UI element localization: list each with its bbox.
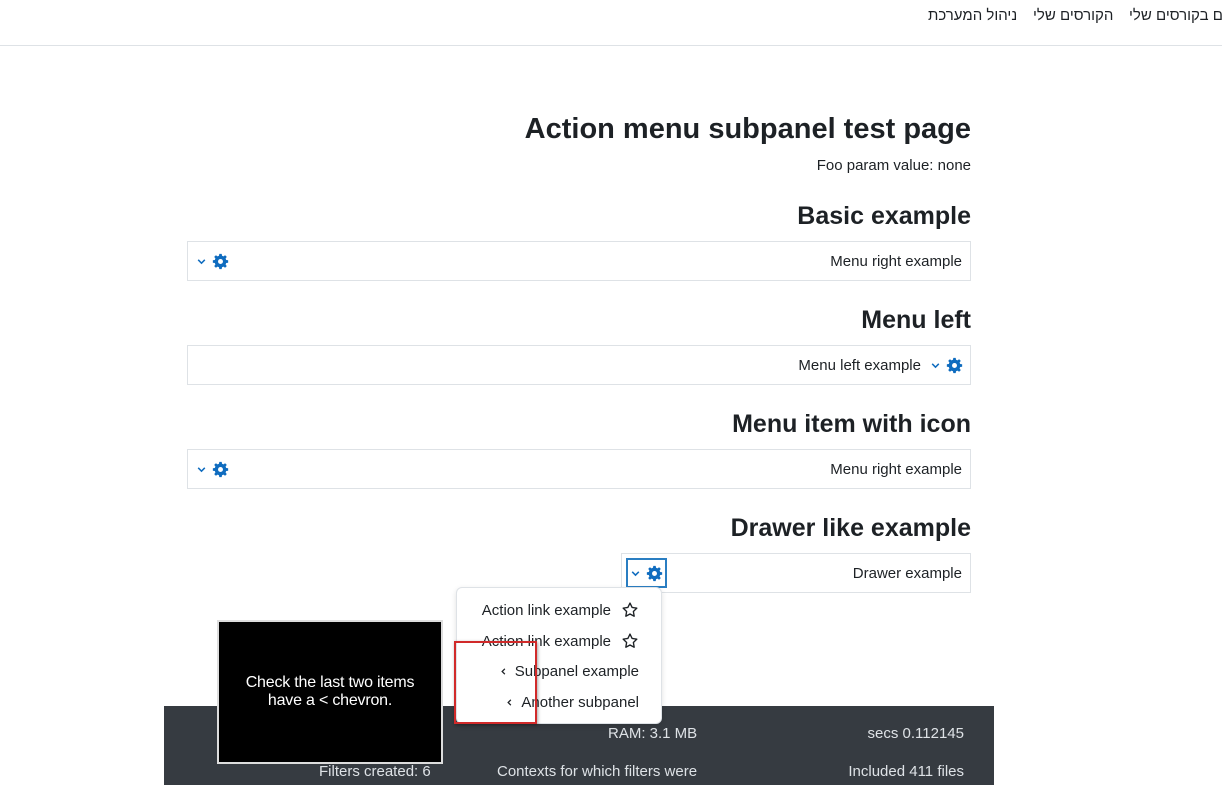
menu-item-icon-box: Menu right example <box>187 449 971 489</box>
annotation-text: Check the last two items have a < chevro… <box>245 674 415 709</box>
chevron-down-icon <box>197 466 206 472</box>
chevron-down-icon <box>197 258 206 264</box>
section-heading-drawer: Drawer like example <box>730 514 971 542</box>
foo-param-text: Foo param value: none <box>816 157 971 174</box>
nav-link-my-courses[interactable]: הקורסים שלי <box>1033 7 1113 24</box>
chevron-down-icon <box>931 362 940 368</box>
menu-label: Menu right example <box>830 461 962 478</box>
star-icon <box>622 633 638 648</box>
star-icon <box>622 602 638 617</box>
section-heading-basic: Basic example <box>797 202 971 230</box>
section-heading-menu-item-icon: Menu item with icon <box>732 410 971 438</box>
top-navigation: ם בקורסים שלי הקורסים שלי ניהול המערכת <box>0 0 1222 46</box>
footer-filters: Filters created: 6 <box>319 763 431 780</box>
gear-icon <box>212 253 229 269</box>
footer-secs: secs 0.112145 <box>867 725 964 742</box>
footer-contexts: Contexts for which filters were <box>497 763 698 780</box>
drawer-example-box: Drawer example <box>621 553 971 593</box>
chevron-down-icon <box>631 570 640 576</box>
menu-label: Menu left example <box>798 357 921 374</box>
dropdown-item-label: Action link example <box>481 601 611 619</box>
footer-included: Included 411 files <box>848 763 964 780</box>
action-menu-trigger[interactable] <box>196 250 229 272</box>
gear-icon <box>946 357 963 373</box>
action-menu-trigger[interactable] <box>930 354 963 376</box>
nav-link-site-admin[interactable]: ניהול המערכת <box>928 7 1017 24</box>
dropdown-item-action-link[interactable]: Action link example <box>482 601 639 619</box>
annotation-highlight-box <box>454 641 537 724</box>
gear-icon <box>646 565 663 581</box>
gear-icon <box>212 461 229 477</box>
action-menu-trigger-focused[interactable] <box>626 558 667 588</box>
menu-label: Menu right example <box>830 253 962 270</box>
action-menu-trigger[interactable] <box>196 458 229 480</box>
dropdown-item-label: Another subpanel <box>521 694 639 711</box>
menu-left-box: Menu left example <box>187 345 971 385</box>
nav-link-my-courses-partial[interactable]: ם בקורסים שלי <box>1129 7 1222 24</box>
footer-ram: RAM: 3.1 MB <box>608 725 698 742</box>
section-heading-menu-left: Menu left <box>861 306 971 334</box>
page-title: Action menu subpanel test page <box>524 113 971 145</box>
basic-example-box: Menu right example <box>187 241 971 281</box>
annotation-tooltip: Check the last two items have a < chevro… <box>217 620 443 764</box>
menu-label: Drawer example <box>852 565 962 582</box>
